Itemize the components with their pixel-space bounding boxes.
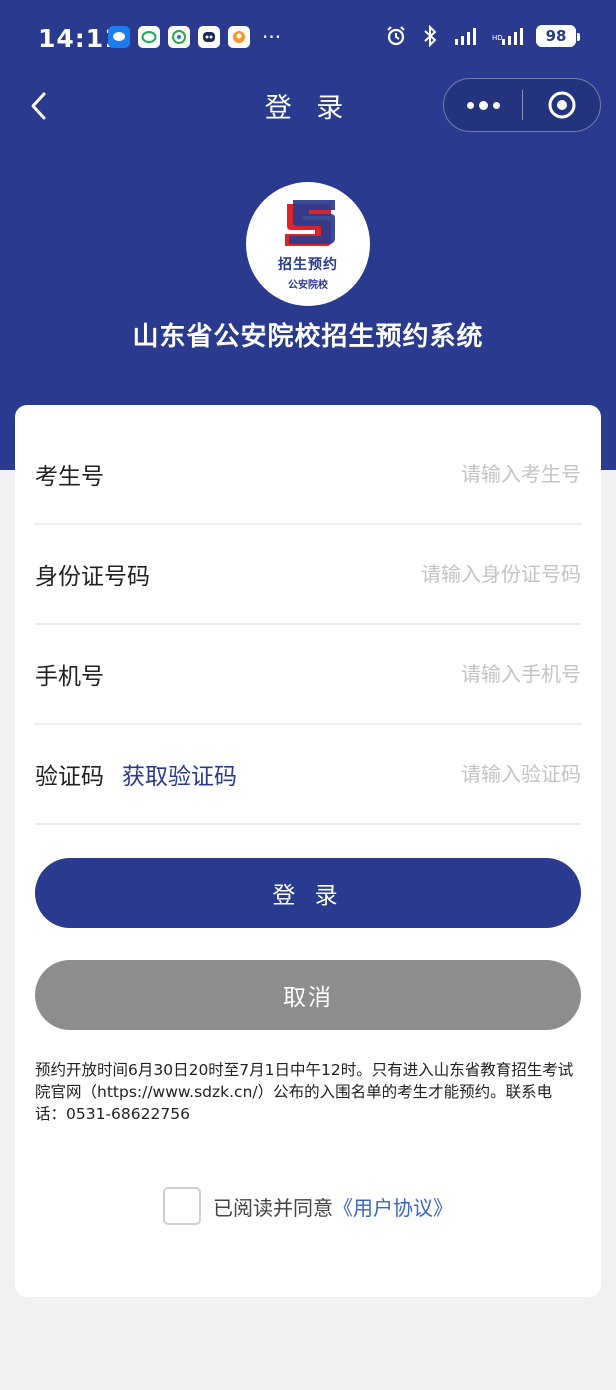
cancel-button[interactable]: 取消 [35,960,581,1030]
svg-text:HD: HD [492,34,503,42]
exam-number-label: 考生号 [35,464,104,490]
phone-label: 手机号 [35,664,104,690]
id-number-input[interactable] [150,562,581,586]
agreement-row: 已阅读并同意 《用户协议》 [15,1187,601,1225]
more-notifications: ··· [262,25,282,49]
signal-icon [452,24,482,48]
bot-icon [198,26,220,48]
notification-icons: ··· [108,26,281,48]
logo-text-line1: 招生预约 [278,257,338,273]
user-agreement-link[interactable]: 《用户协议》 [333,1192,453,1221]
alarm-icon [384,24,408,48]
phone-row: 手机号 [35,625,581,725]
more-dot-right [492,101,500,109]
bluetooth-icon [418,24,442,48]
phone-input[interactable] [104,662,581,686]
agreement-checkbox[interactable] [163,1187,201,1225]
mini-program-capsule [443,78,601,132]
battery-indicator: 98 [536,25,580,47]
status-right: HD 98 [384,24,580,48]
agreement-text: 已阅读并同意 [213,1195,333,1220]
social-app-icon [228,26,250,48]
exam-number-input[interactable] [104,462,581,486]
status-bar: 14:11 ··· HD 98 [0,0,616,78]
mobile-app-icon [168,26,190,48]
exam-number-row: 考生号 [35,425,581,525]
get-verification-code-button[interactable]: 获取验证码 [122,757,237,791]
logo-s-icon [285,200,335,246]
close-mini-program-button[interactable] [523,79,600,131]
more-dots-icon [466,101,474,109]
message-icon [108,26,130,48]
app-logo: 招生预约 公安院校 [246,182,370,306]
more-button[interactable] [444,79,522,131]
verification-code-label: 验证码 [35,764,104,790]
login-button[interactable]: 登 录 [35,858,581,928]
logo-text-line2: 公安院校 [288,280,328,291]
verification-code-row: 验证码 获取验证码 [35,725,581,825]
more-dot-center [478,100,488,110]
id-number-label: 身份证号码 [35,564,150,590]
notice-text: 预约开放时间6月30日20时至7月1日中午12时。只有进入山东省教育招生考试院官… [35,1061,574,1123]
verification-code-input[interactable] [237,762,581,786]
chat-icon [138,26,160,48]
signal-icon-2: HD [492,24,526,48]
id-number-row: 身份证号码 [35,525,581,625]
login-form-card: 考生号 身份证号码 手机号 验证码 获取验证码 登 录 取消 预约开放时间6月3… [15,405,601,1297]
app-title: 山东省公安院校招生预约系统 [132,322,484,352]
target-icon [548,91,575,119]
